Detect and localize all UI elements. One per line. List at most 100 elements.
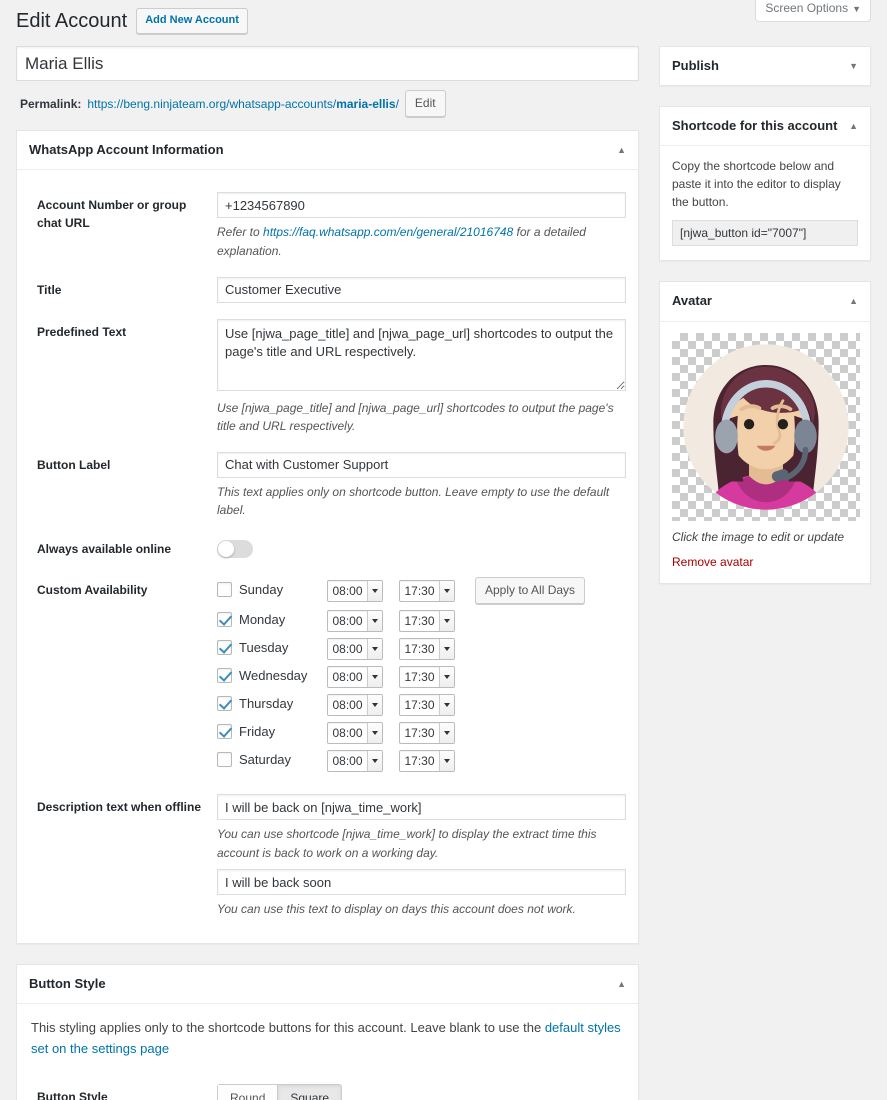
chevron-up-icon[interactable]: ▲ [849,296,858,306]
chevron-up-icon[interactable]: ▲ [617,145,626,155]
day-checkbox-thursday[interactable]: Thursday [217,696,293,712]
button-label-label: Button Label [37,457,111,472]
chevron-down-icon[interactable] [439,695,454,716]
start-time-select[interactable]: 08:00 [327,579,383,602]
shortcode-value[interactable]: [njwa_button id="7007"] [672,220,858,247]
chevron-down-icon[interactable] [439,639,454,660]
checkbox-icon[interactable] [217,724,232,740]
end-time-select[interactable]: 17:30 [399,638,455,661]
chevron-down-icon[interactable] [367,611,382,632]
chevron-down-icon[interactable] [439,611,454,632]
checkbox-icon[interactable] [217,612,232,628]
day-checkbox-wednesday[interactable]: Wednesday [217,668,307,684]
start-time-select[interactable]: 08:00 [327,722,383,745]
chevron-down-icon[interactable] [367,695,382,716]
chevron-down-icon[interactable] [367,751,382,772]
main-column: Permalink: https://beng.ninjateam.org/wh… [16,46,639,1100]
button-style-label: Button Style [37,1089,108,1100]
button-style-panel: Button Style ▲ This styling applies only… [16,963,639,1100]
start-time-cell: 08:00 [327,722,399,750]
account-panel-title: WhatsApp Account Information [29,142,224,158]
shortcode-panel: Shortcode for this account ▲ Copy the sh… [659,106,871,262]
day-checkbox-friday[interactable]: Friday [217,724,275,740]
day-cell: Tuesday [217,638,327,666]
avatar-panel-header[interactable]: Avatar ▲ [660,282,870,322]
offline-nonworking-input[interactable] [217,869,626,896]
chevron-down-icon[interactable] [439,667,454,688]
start-time-select[interactable]: 08:00 [327,750,383,773]
start-time-cell: 08:00 [327,694,399,722]
chevron-down-icon[interactable] [439,751,454,772]
start-time-select[interactable]: 08:00 [327,610,383,633]
button-style-option-square[interactable]: Square [278,1083,343,1100]
end-time-select[interactable]: 17:30 [399,610,455,633]
end-time-select[interactable]: 17:30 [399,694,455,717]
chevron-down-icon: ▼ [852,4,861,14]
account-number-label: Account Number or group chat URL [37,198,187,231]
checkbox-icon[interactable] [217,668,232,684]
day-checkbox-tuesday[interactable]: Tuesday [217,640,289,656]
add-new-account-button[interactable]: Add New Account [136,8,248,34]
account-number-control: Refer to https://faq.whatsapp.com/en/gen… [217,192,626,260]
button-style-note: This styling applies only to the shortco… [29,1016,626,1074]
account-title-input[interactable] [16,46,639,81]
end-time-select[interactable]: 17:30 [399,722,455,745]
checkbox-icon[interactable] [217,696,232,712]
button-style-option-round[interactable]: Round [217,1083,279,1100]
end-time-cell: 17:30 [399,666,471,694]
avatar-panel-title: Avatar [672,293,712,309]
apply-to-all-days-button[interactable]: Apply to All Days [475,576,586,605]
edit-permalink-button[interactable]: Edit [404,90,446,118]
checkbox-icon[interactable] [217,640,232,656]
checkbox-icon[interactable] [217,581,232,597]
shortcode-panel-header[interactable]: Shortcode for this account ▲ [660,107,870,147]
chevron-down-icon[interactable]: ▼ [849,61,858,71]
start-time-cell: 08:00 [327,638,399,666]
chevron-down-icon[interactable] [367,723,382,744]
publish-panel-header[interactable]: Publish ▼ [660,47,870,85]
chevron-down-icon[interactable] [367,580,382,601]
apply-cell: Apply to All Days [471,576,586,610]
chevron-down-icon[interactable] [367,639,382,660]
start-time-select[interactable]: 08:00 [327,666,383,689]
day-checkbox-monday[interactable]: Monday [217,612,285,628]
title-input[interactable] [217,276,626,303]
button-style-group: Round Square [217,1083,343,1100]
avatar-image[interactable] [672,332,860,521]
checkbox-icon[interactable] [217,752,232,768]
offline-working-input[interactable] [217,794,626,821]
availability-row: Wednesday 08:00 17:30 [217,666,585,694]
end-time-select[interactable]: 17:30 [399,750,455,773]
start-time-select[interactable]: 08:00 [327,638,383,661]
screen-options-label: Screen Options [765,1,849,15]
custom-availability-label: Custom Availability [37,582,148,597]
field-offline-description: Description text when offline You can us… [29,784,626,925]
always-online-toggle[interactable] [217,539,253,558]
chevron-up-icon[interactable]: ▲ [617,979,626,989]
predefined-text-textarea[interactable]: Use [njwa_page_title] and [njwa_page_url… [217,318,626,391]
end-time-select[interactable]: 17:30 [399,666,455,689]
remove-avatar-link[interactable]: Remove avatar [672,555,753,569]
day-cell: Sunday [217,577,327,610]
start-time-select[interactable]: 08:00 [327,694,383,717]
field-button-label: Button Label This text applies only on s… [29,442,626,526]
day-name: Saturday [239,752,292,768]
chevron-down-icon[interactable] [439,580,454,601]
end-time-select[interactable]: 17:30 [399,579,455,602]
whatsapp-faq-link[interactable]: https://faq.whatsapp.com/en/general/2101… [263,225,513,239]
chevron-down-icon[interactable] [367,667,382,688]
account-number-input[interactable] [217,192,626,219]
permalink-url[interactable]: https://beng.ninjateam.org/whatsapp-acco… [87,97,399,111]
chevron-up-icon[interactable]: ▲ [849,121,858,131]
permalink-row: Permalink: https://beng.ninjateam.org/wh… [20,90,639,118]
account-panel-header[interactable]: WhatsApp Account Information ▲ [17,131,638,171]
always-online-control [217,536,626,561]
button-style-panel-header[interactable]: Button Style ▲ [17,965,638,1005]
screen-options-tab[interactable]: Screen Options ▼ [755,0,871,22]
button-label-input[interactable] [217,451,626,478]
day-checkbox-sunday[interactable]: Sunday [217,581,283,597]
day-checkbox-saturday[interactable]: Saturday [217,752,292,768]
day-name: Tuesday [239,640,289,656]
offline-description-control: You can use shortcode [njwa_time_work] t… [217,794,626,919]
chevron-down-icon[interactable] [439,723,454,744]
